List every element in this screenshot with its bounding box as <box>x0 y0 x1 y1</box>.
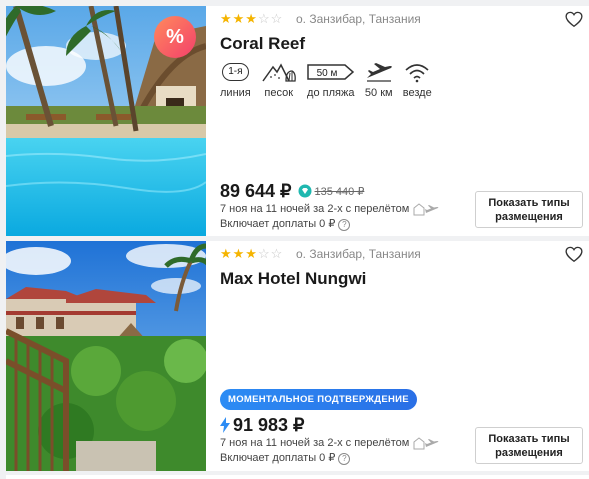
hotel-location: о. Занзибар, Танзания <box>296 12 421 26</box>
next-card-edge <box>6 475 589 479</box>
feature-wifi: везде <box>403 60 432 100</box>
help-question-icon[interactable]: ? <box>338 218 351 231</box>
favorite-heart-icon[interactable] <box>565 246 583 263</box>
stars-filled: ★★★ <box>220 11 258 26</box>
hotel-info: ★★★☆☆ о. Занзибар, Танзания Max Hotel Nu… <box>220 241 589 471</box>
discount-badge: % <box>154 16 196 58</box>
feature-beach-line: 1-я линия <box>220 60 251 100</box>
hotel-flight-icon <box>413 203 439 216</box>
hotel-photo[interactable]: % <box>6 6 206 236</box>
feature-beach-type: песок <box>261 60 297 100</box>
hotel-card[interactable]: % ★★★☆☆ о. Занзибар, Танзания Coral Reef… <box>6 6 589 236</box>
included-fees-text: Включает доплаты 0 ₽ <box>220 218 336 230</box>
trip-info: 7 ноя на 11 ночей за 2-х с перелётом <box>220 436 439 451</box>
hotel-garden-photo <box>6 241 206 471</box>
hotel-flight-icon <box>413 437 439 450</box>
included-fees: Включает доплаты 0 ₽ ? <box>220 451 439 466</box>
favorite-heart-icon[interactable] <box>565 11 583 28</box>
feature-airport: 50 км <box>365 60 393 100</box>
hotel-info: ★★★☆☆ о. Занзибар, Танзания Coral Reef 1… <box>220 6 589 236</box>
distance-value: 50 м <box>316 68 337 79</box>
included-fees: Включает доплаты 0 ₽ ? <box>220 217 439 232</box>
included-fees-text: Включает доплаты 0 ₽ <box>220 452 336 464</box>
hotel-price: 89 644 ₽ <box>220 181 292 201</box>
hotel-name[interactable]: Coral Reef <box>220 34 305 54</box>
trip-info: 7 ноя на 11 ночей за 2-х с перелётом <box>220 202 439 217</box>
instant-confirmation-badge: МОМЕНТАЛЬНОЕ ПОДТВЕРЖДЕНИЕ <box>220 389 417 410</box>
airplane-icon <box>366 63 392 82</box>
sand-beach-icon <box>262 63 296 82</box>
trip-info-text: 7 ноя на 11 ночей за 2-х с перелётом <box>220 203 410 215</box>
show-room-types-button[interactable]: Показать типы размещения <box>475 427 583 464</box>
stars-empty: ☆☆ <box>257 11 284 26</box>
distance-arrow-icon: 50 м <box>307 64 354 80</box>
show-room-types-button[interactable]: Показать типы размещения <box>475 191 583 228</box>
help-question-icon[interactable]: ? <box>338 452 351 465</box>
diamond-deal-icon <box>298 184 312 198</box>
stars-empty: ☆☆ <box>257 246 284 261</box>
hotel-location: о. Занзибар, Танзания <box>296 247 421 261</box>
star-rating: ★★★☆☆ <box>220 12 283 26</box>
lightning-bolt-icon <box>220 417 230 433</box>
beach-line-value: 1-я <box>222 63 249 81</box>
star-rating: ★★★☆☆ <box>220 247 283 261</box>
trip-info-text: 7 ноя на 11 ночей за 2-х с перелётом <box>220 437 410 449</box>
hotel-card[interactable]: ★★★☆☆ о. Занзибар, Танзания Max Hotel Nu… <box>6 241 589 471</box>
wifi-icon <box>405 64 429 83</box>
hotel-photo[interactable] <box>6 241 206 471</box>
feature-distance: 50 м до пляжа <box>307 60 355 100</box>
hotel-name[interactable]: Max Hotel Nungwi <box>220 269 366 289</box>
stars-filled: ★★★ <box>220 246 258 261</box>
old-price: 135 440 ₽ <box>314 185 365 198</box>
price-block: 89 644 ₽ 135 440 ₽ 7 ноя на 11 ночей за … <box>220 180 439 232</box>
price-block: 91 983 ₽ 7 ноя на 11 ночей за 2-х с пере… <box>220 414 439 466</box>
hotel-features: 1-я линия песок 50 м до пляжа 50 км везд… <box>220 60 442 100</box>
hotel-price: 91 983 ₽ <box>233 415 305 435</box>
